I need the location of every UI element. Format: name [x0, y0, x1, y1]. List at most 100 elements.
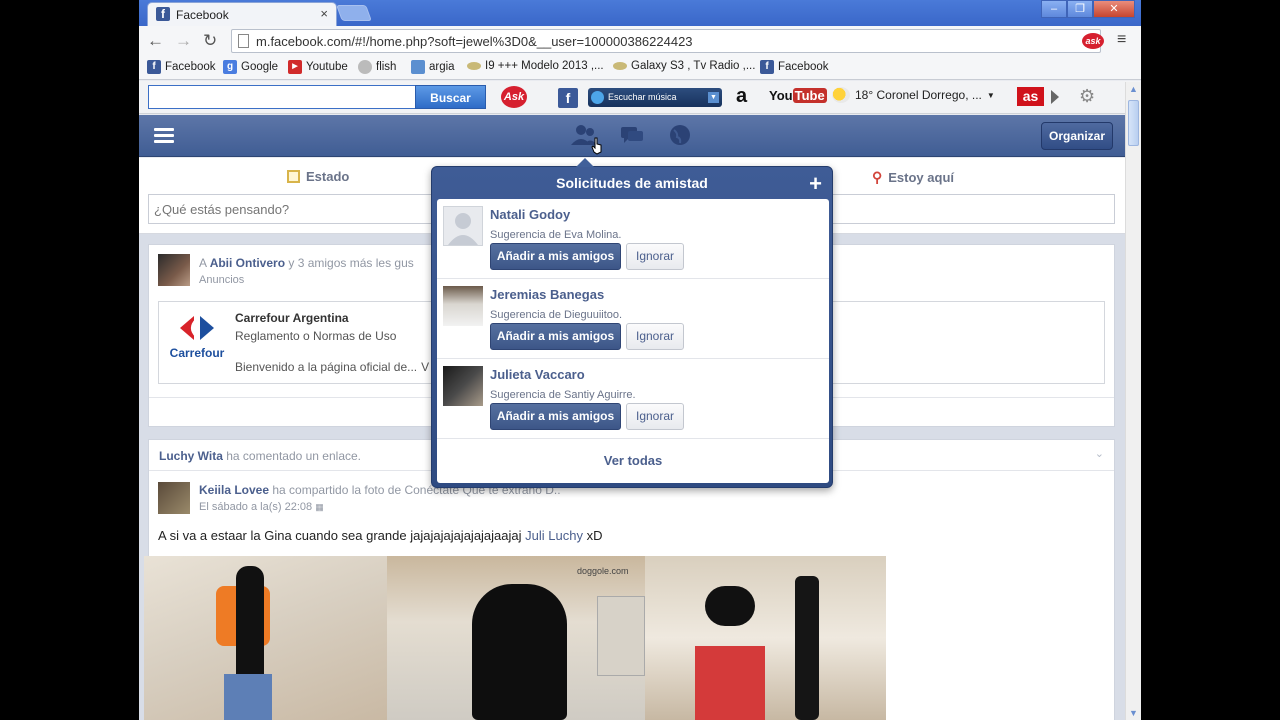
bookmark-argia[interactable]: argia [411, 60, 455, 74]
scroll-down-icon[interactable]: ▼ [1129, 708, 1138, 718]
organize-button[interactable]: Organizar [1041, 122, 1113, 150]
sponsored-label: Anuncios [199, 274, 245, 286]
ignore-button[interactable]: Ignorar [626, 323, 684, 350]
disc-icon [613, 62, 627, 70]
photo-hair [705, 586, 755, 626]
ignore-button[interactable]: Ignorar [626, 403, 684, 430]
amazon-icon[interactable]: a [736, 85, 747, 108]
tab-checkin[interactable]: ⚲ Estoy aquí [872, 169, 954, 186]
photo-2[interactable]: doggole.com [387, 556, 645, 720]
bookmark-i9[interactable]: I9 +++ Modelo 2013 ,... [467, 60, 604, 72]
find-friends-plus-icon[interactable]: + [809, 171, 822, 197]
tab-status[interactable]: Estado [287, 169, 349, 184]
friend-request-item: Natali Godoy Sugerencia de Eva Molina. A… [437, 199, 829, 279]
avatar[interactable] [158, 254, 190, 286]
radio-label: Escuchar música [608, 92, 677, 102]
ignore-button[interactable]: Ignorar [626, 243, 684, 270]
chevron-down-icon: ▼ [986, 90, 995, 100]
see-all-link[interactable]: Ver todas [437, 453, 829, 468]
tab-title: Facebook [176, 8, 229, 22]
bookmark-google[interactable]: g Google [223, 60, 278, 74]
bookmarks-bar: f Facebook g Google ▶ Youtube flish argia I… [139, 56, 1141, 80]
restore-icon[interactable]: ❐ [1067, 0, 1093, 18]
chrome-menu-icon[interactable]: ≡ [1117, 31, 1126, 49]
chevron-down-icon[interactable]: ⌄ [1095, 447, 1104, 460]
mention-link[interactable]: Juli Luchy [525, 528, 583, 543]
more-arrow-icon[interactable] [1051, 90, 1059, 104]
play-icon[interactable] [591, 91, 604, 104]
scrollbar-thumb[interactable] [1128, 100, 1139, 146]
avatar[interactable] [443, 286, 483, 326]
suggestion-text: Sugerencia de Eva Molina. [490, 229, 622, 241]
timestamp[interactable]: El sábado a la(s) 22:08 ▦ [199, 501, 324, 513]
youtube-icon: ▶ [288, 60, 302, 74]
actor-link[interactable]: Luchy Wita [159, 449, 223, 463]
menu-icon[interactable] [154, 128, 174, 144]
actor-link[interactable]: Keiila Lovee [199, 483, 269, 497]
tab-close-icon[interactable]: × [320, 6, 328, 21]
photo-3[interactable] [645, 556, 886, 720]
ad-page-name[interactable]: Carrefour Argentina [235, 311, 349, 325]
story-header: Luchy Wita ha comentado un enlace. [159, 449, 362, 463]
popover-title: Solicitudes de amistad [556, 175, 708, 191]
ask-logo[interactable]: Ask [501, 86, 527, 108]
page-icon [238, 34, 249, 48]
bookmark-flish[interactable]: flish [358, 60, 396, 74]
add-friend-button[interactable]: Añadir a mis amigos [490, 403, 621, 430]
minimize-icon[interactable]: ‒ [1041, 0, 1067, 18]
carrefour-logo: Carrefour [167, 312, 227, 366]
reload-icon[interactable]: ↻ [203, 31, 217, 51]
window-close-icon[interactable]: ✕ [1093, 0, 1135, 18]
bookmark-facebook-2[interactable]: f Facebook [760, 60, 829, 74]
ad-story-title: A Abii Ontivero y 3 amigos más les gus [199, 256, 414, 270]
ad-line-1: Reglamento o Normas de Uso [235, 329, 397, 343]
search-button[interactable]: Buscar [415, 85, 486, 109]
radio-player[interactable]: Escuchar música ▼ [588, 88, 722, 107]
avatar[interactable] [158, 482, 190, 514]
pencil-note-icon [287, 170, 300, 183]
bookmark-galaxy[interactable]: Galaxy S3 , Tv Radio ,... [613, 60, 755, 72]
carrefour-wordmark: Carrefour [169, 346, 225, 360]
avatar[interactable] [443, 366, 483, 406]
friend-request-item: Julieta Vaccaro Sugerencia de Santiy Agu… [437, 359, 829, 439]
photo-jeans [224, 674, 272, 720]
ask-extension-icon[interactable]: ask [1082, 33, 1104, 49]
actor-link[interactable]: Abii Ontivero [210, 256, 285, 270]
mouse-cursor-icon [591, 137, 602, 155]
notifications-globe-icon[interactable] [669, 124, 691, 146]
default-avatar-icon[interactable] [443, 206, 483, 246]
as-logo[interactable]: as [1017, 87, 1044, 106]
add-friend-button[interactable]: Añadir a mis amigos [490, 323, 621, 350]
scrollbar[interactable]: ▲ ▼ [1125, 82, 1141, 720]
requester-name[interactable]: Natali Godoy [490, 207, 570, 222]
bookmark-facebook[interactable]: f Facebook [147, 60, 216, 74]
back-icon[interactable]: ← [147, 31, 164, 51]
requester-name[interactable]: Jeremias Banegas [490, 287, 604, 302]
address-bar[interactable]: m.facebook.com/#!/home.php?soft=jewel%3D… [231, 29, 1101, 53]
new-tab-button[interactable] [336, 5, 372, 21]
requester-name[interactable]: Julieta Vaccaro [490, 367, 585, 382]
photo-1[interactable] [144, 556, 387, 720]
friend-requests-popover: Solicitudes de amistad + Natali Godoy Su… [431, 158, 833, 488]
messages-icon[interactable] [620, 126, 644, 146]
google-icon: g [223, 60, 237, 74]
location-pin-icon: ⚲ [872, 169, 883, 185]
scroll-up-icon[interactable]: ▲ [1129, 84, 1138, 94]
gear-icon[interactable]: ⚙ [1079, 86, 1095, 107]
forward-icon[interactable]: → [175, 31, 192, 51]
tab-facebook[interactable]: f Facebook × [147, 2, 337, 26]
photo-monitor [597, 596, 645, 676]
bookmark-youtube[interactable]: ▶ Youtube [288, 60, 348, 74]
window-controls: ‒ ❐ ✕ [1041, 0, 1135, 18]
image-icon [411, 60, 425, 74]
url-text[interactable]: m.facebook.com/#!/home.php?soft=jewel%3D… [256, 34, 693, 49]
dropdown-icon[interactable]: ▼ [708, 92, 719, 103]
ask-search-input[interactable] [148, 85, 416, 109]
add-friend-button[interactable]: Añadir a mis amigos [490, 243, 621, 270]
ad-line-2: Bienvenido a la página oficial de... V [235, 360, 430, 374]
youtube-logo[interactable]: You Tube [769, 88, 827, 103]
audience-icon: ▦ [315, 502, 324, 512]
ask-toolbar: Buscar Ask f Escuchar música ▼ a You Tube… [139, 81, 1141, 114]
weather-widget[interactable]: 18° Coronel Dorrego, ... ▼ [832, 87, 995, 103]
facebook-icon[interactable]: f [558, 88, 578, 108]
